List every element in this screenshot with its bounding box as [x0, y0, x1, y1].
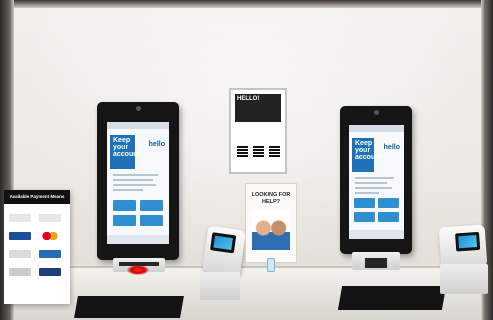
alcove-frame-top [0, 0, 493, 8]
standee-heading: LOOKING FOR HELP? [251, 192, 291, 205]
screen-option-button[interactable] [354, 212, 375, 222]
left-card-reader[interactable] [201, 225, 247, 277]
payment-methods-sign: Available Payment Means [4, 190, 70, 304]
screen-text-lines [113, 174, 163, 194]
screen-option-button[interactable] [378, 198, 399, 208]
card-reader-base [440, 264, 488, 294]
card-reader-base [200, 272, 240, 300]
small-bottle [267, 258, 275, 272]
screen-option-button[interactable] [140, 215, 163, 226]
screen-option-button[interactable] [140, 200, 163, 211]
card-reader-screen [209, 232, 237, 254]
payment-logo-row [9, 214, 65, 224]
screen-topbar [107, 122, 169, 129]
screen-brand: hello [148, 141, 165, 148]
right-card-reader[interactable] [438, 224, 488, 270]
left-floor-sign [74, 296, 184, 318]
payment-logo-row [9, 232, 65, 242]
screen-brand: hello [383, 144, 400, 151]
screen-topbar [349, 125, 404, 132]
right-kiosk-screen[interactable]: Keep your account hello [349, 125, 404, 239]
screen-option-button[interactable] [113, 200, 136, 211]
screen-bottom-bar [349, 230, 404, 239]
standee-illustration [252, 210, 290, 250]
qr-code-icon [237, 146, 248, 157]
screen-option-button[interactable] [354, 198, 375, 208]
screen-bottom-bar [107, 235, 169, 244]
right-kiosk: Keep your account hello [340, 106, 412, 254]
right-floor-sign [337, 286, 447, 310]
payment-logo-row [9, 268, 65, 278]
kiosk-scene-photo: Keep your account hello Keep your accoun… [0, 0, 493, 320]
poster-heading: HELLO! [235, 94, 281, 122]
camera-icon [374, 110, 379, 115]
left-kiosk-screen[interactable]: Keep your account hello [107, 122, 169, 244]
screen-option-button[interactable] [378, 212, 399, 222]
right-kiosk-dock [365, 258, 387, 268]
qr-code-icon [253, 146, 264, 157]
wall-poster: HELLO! [229, 88, 287, 174]
camera-icon [136, 106, 141, 111]
help-standee: LOOKING FOR HELP? [245, 183, 297, 263]
screen-hero-banner: Keep your account [110, 135, 140, 169]
payment-logo-row [9, 250, 65, 260]
screen-hero-banner: Keep your account [352, 138, 382, 172]
screen-text-lines [355, 177, 398, 197]
card-reader-screen [455, 231, 481, 252]
payment-sign-heading: Available Payment Means [4, 190, 70, 204]
qr-code-icon [269, 146, 280, 157]
left-kiosk: Keep your account hello [97, 102, 179, 260]
red-indicator-light [127, 265, 149, 275]
screen-option-button[interactable] [113, 215, 136, 226]
